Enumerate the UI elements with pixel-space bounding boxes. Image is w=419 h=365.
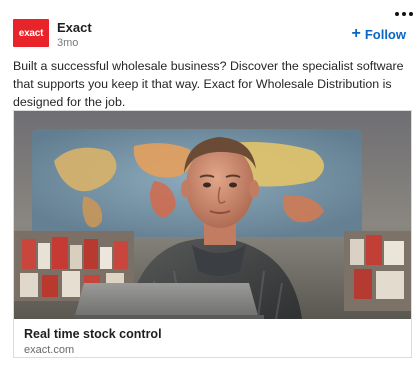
- post-text: Built a successful wholesale business? D…: [13, 59, 404, 109]
- dot: [409, 12, 413, 16]
- logo-text: exact: [18, 27, 44, 39]
- more-options-icon[interactable]: [395, 10, 413, 18]
- link-domain: exact.com: [24, 344, 75, 356]
- link-title[interactable]: Real time stock control: [24, 327, 162, 341]
- link-preview[interactable]: Real time stock control exact.com: [13, 110, 412, 358]
- company-name[interactable]: Exact: [57, 20, 92, 35]
- post-age: 3mo: [57, 37, 79, 49]
- plus-icon: +: [351, 25, 361, 42]
- follow-button[interactable]: + Follow: [351, 26, 406, 42]
- dot: [402, 12, 406, 16]
- preview-image: [14, 111, 411, 319]
- post-card: exact Exact 3mo + Follow Built a success…: [0, 0, 419, 365]
- follow-label: Follow: [364, 26, 406, 42]
- dot: [395, 12, 399, 16]
- company-logo[interactable]: exact: [13, 19, 49, 47]
